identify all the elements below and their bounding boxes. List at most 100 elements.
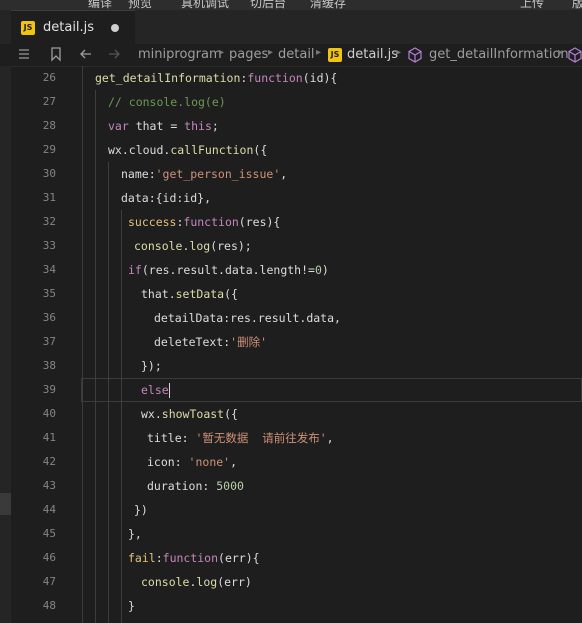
code-line[interactable]: data:{id:id},: [121, 186, 211, 210]
text-cursor: [168, 383, 170, 398]
code-token: }: [128, 599, 135, 613]
code-line[interactable]: name:'get_person_issue',: [121, 162, 287, 186]
menu-upload[interactable]: 上传: [520, 0, 544, 10]
code-line[interactable]: if(res.result.data.length!=0): [128, 258, 329, 282]
line-number: 45: [42, 527, 56, 540]
code-token: 'none': [188, 455, 231, 469]
code-line[interactable]: wx.cloud.callFunction({: [108, 138, 267, 162]
menu-background[interactable]: 切后台: [250, 0, 286, 10]
code-line[interactable]: deleteText:'删除': [154, 330, 267, 354]
line-number: 28: [42, 119, 56, 132]
code-token: console: [141, 575, 190, 589]
back-arrow-icon[interactable]: [78, 46, 94, 62]
forward-arrow-icon[interactable]: [106, 46, 122, 62]
line-number: 31: [42, 191, 56, 204]
menu-preview[interactable]: 预览: [128, 0, 152, 10]
code-token: function: [247, 71, 303, 85]
code-line[interactable]: else: [141, 378, 170, 402]
crumb-get-detailInformation[interactable]: get_detailInformation: [429, 47, 569, 62]
chevron-right-icon: ▸: [219, 47, 225, 58]
menu-version[interactable]: 版: [572, 0, 582, 10]
code-token: deleteText:: [154, 335, 231, 349]
code-token: (res);: [210, 239, 252, 253]
code-token: get_detailInformation: [95, 71, 241, 85]
code-token: (id){: [302, 71, 338, 85]
code-line[interactable]: title: '暂无数据 请前往发布',: [147, 426, 334, 450]
code-token: ({: [224, 407, 238, 421]
code-token: ,: [230, 455, 238, 469]
code-token: ({: [224, 287, 238, 301]
js-file-icon: JS: [21, 21, 35, 35]
line-number: 29: [42, 143, 56, 156]
code-line[interactable]: get_detailInformation:function(id){: [95, 66, 337, 90]
indent-guide: [82, 66, 83, 623]
unsaved-dot-icon[interactable]: [111, 24, 119, 32]
code-line[interactable]: }: [128, 594, 135, 618]
method-cube-icon: [408, 47, 422, 63]
bookmark-icon[interactable]: [48, 46, 64, 62]
code-token: ;: [211, 119, 219, 133]
code-line[interactable]: // console.log(e): [108, 90, 226, 114]
code-token: (err){: [218, 551, 260, 565]
code-token: ,: [326, 431, 334, 445]
line-number: 46: [42, 551, 56, 564]
code-line[interactable]: },: [128, 522, 142, 546]
code-line[interactable]: console.log(err): [141, 570, 252, 594]
line-number: 37: [42, 335, 56, 348]
tab-title: detail.js: [43, 20, 95, 35]
method-cube-icon: [568, 47, 582, 63]
code-line[interactable]: detailData:res.result.data,: [154, 306, 341, 330]
code-token: :: [155, 551, 163, 565]
code-line[interactable]: });: [141, 354, 162, 378]
indent-guide: [95, 90, 96, 623]
line-number: 34: [42, 263, 56, 276]
line-number-gutter: 26 27 28 29 30 31 32 33 34 35 36 37 38 39 40 41 42 43 44 45…: [11, 66, 63, 623]
line-number: 44: [42, 503, 56, 516]
code-token: var: [108, 119, 129, 133]
code-token: ({: [253, 143, 268, 157]
crumb-pages[interactable]: pages: [229, 47, 268, 62]
menu-compile[interactable]: 编译: [88, 0, 112, 10]
code-token: fail: [128, 551, 156, 565]
code-line[interactable]: fail:function(err){: [128, 546, 260, 570]
code-token: (err): [217, 575, 252, 589]
code-line[interactable]: success:function(res){: [128, 210, 280, 234]
code-token: });: [141, 359, 162, 373]
code-line[interactable]: icon: 'none',: [147, 450, 237, 474]
crumb-detail-js[interactable]: detail.js: [347, 47, 398, 62]
tab-detail-js[interactable]: JS detail.js: [11, 10, 135, 44]
menu-device-debug[interactable]: 真机调试: [181, 0, 229, 10]
code-token: icon:: [147, 455, 189, 469]
code-line[interactable]: duration: 5000: [147, 474, 244, 498]
line-number: 43: [42, 479, 56, 492]
line-number: 30: [42, 167, 56, 180]
code-editor[interactable]: get_detailInformation:function(id){// co…: [63, 66, 582, 623]
code-token: callFunction: [170, 143, 254, 157]
line-number: 47: [42, 575, 56, 588]
code-line[interactable]: that.setData({: [141, 282, 238, 306]
code-token: (res){: [238, 215, 281, 229]
crumb-detail[interactable]: detail: [278, 47, 315, 62]
menu-clear-cache[interactable]: 清缓存: [310, 0, 346, 10]
split-editor-icon[interactable]: [16, 46, 32, 62]
code-token: setData: [175, 287, 225, 301]
code-token: detailData:res.result.data,: [154, 311, 341, 325]
code-line[interactable]: console.log(res);: [134, 234, 252, 258]
code-token: log: [196, 575, 218, 589]
code-line[interactable]: var that = this;: [108, 114, 219, 138]
code-token: log: [189, 239, 211, 253]
editor-tab-bar: JS detail.js: [0, 10, 582, 44]
code-token: '删除': [230, 335, 268, 349]
line-number: 39: [42, 383, 56, 396]
code-token: duration:: [147, 479, 217, 493]
line-number: 48: [42, 599, 56, 612]
line-number: 32: [42, 215, 56, 228]
line-number: 35: [42, 287, 56, 300]
code-line[interactable]: wx.showToast({: [141, 402, 238, 426]
code-token: function: [183, 215, 239, 229]
code-token: showToast: [161, 407, 225, 421]
chevron-right-icon: ▸: [268, 47, 274, 58]
code-line[interactable]: }): [134, 498, 148, 522]
crumb-miniprogram[interactable]: miniprogram: [138, 47, 222, 62]
code-token: '暂无数据 请前往发布': [195, 431, 327, 445]
